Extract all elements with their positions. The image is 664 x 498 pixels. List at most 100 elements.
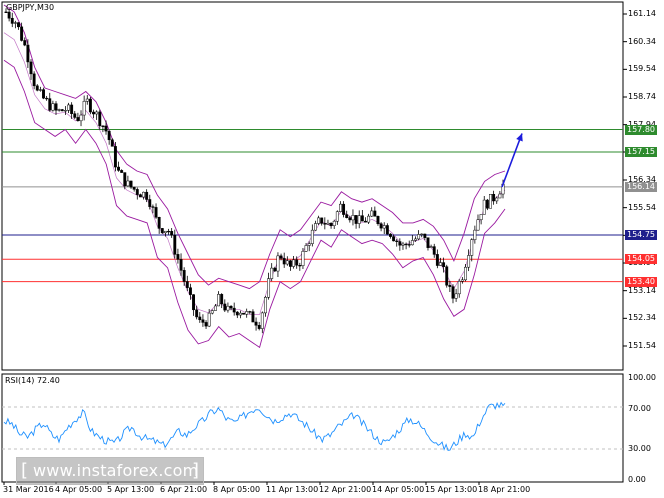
- candle-body: [257, 325, 261, 329]
- candle-body: [220, 294, 224, 305]
- candle-body: [238, 312, 242, 316]
- price-tick-label: 158.74: [628, 92, 656, 101]
- candle-body: [426, 237, 430, 248]
- candle-body: [76, 117, 80, 122]
- candle-body: [276, 255, 280, 272]
- price-tick-label: 160.34: [628, 36, 656, 46]
- candle-body: [95, 111, 99, 115]
- candle-body: [92, 111, 95, 115]
- candle-body: [326, 222, 330, 225]
- candle-body: [298, 265, 302, 267]
- rsi-line: [3, 401, 506, 451]
- candle-body: [204, 322, 208, 327]
- candle-body: [301, 251, 305, 266]
- candle-body: [79, 114, 83, 122]
- price-tick-label: 155.54: [628, 202, 656, 212]
- candle-body: [142, 191, 145, 198]
- candle-body: [57, 109, 61, 111]
- level-tag-154-75: 154.75: [625, 229, 657, 240]
- candle-body: [88, 98, 92, 113]
- candle-body: [485, 199, 489, 209]
- candle-body: [54, 103, 58, 111]
- candle-body: [457, 281, 461, 295]
- candle-body: [38, 89, 42, 91]
- lower-band: [3, 59, 506, 349]
- candle-body: [345, 214, 349, 218]
- candle-body: [48, 98, 52, 111]
- candle-body: [132, 186, 136, 190]
- candle-body: [392, 236, 396, 242]
- rsi-tick-label: 30.00: [628, 444, 651, 454]
- candle-body: [151, 206, 155, 208]
- candles: [4, 8, 505, 334]
- candle-body: [367, 215, 371, 223]
- candle-body: [210, 310, 214, 314]
- candle-body: [135, 189, 139, 195]
- candle-body: [373, 210, 377, 217]
- level-tag-153-40: 153.40: [625, 276, 657, 287]
- candle-body: [489, 193, 492, 209]
- candle-body: [104, 125, 108, 132]
- candle-body: [439, 262, 442, 266]
- candle-body: [382, 225, 386, 229]
- main-panel-frame: [1, 1, 624, 371]
- candle-body: [448, 284, 452, 287]
- candle-body: [154, 207, 158, 218]
- candle-body: [476, 219, 480, 231]
- candle-body: [410, 240, 414, 246]
- candle-body: [317, 217, 321, 224]
- candle-body: [13, 22, 17, 24]
- candle-body: [460, 279, 464, 282]
- candle-body: [167, 230, 170, 233]
- price-chart: [1, 1, 627, 485]
- candle-body: [354, 215, 358, 224]
- candle-body: [339, 203, 342, 212]
- candle-body: [179, 259, 183, 271]
- candle-body: [351, 215, 355, 221]
- candle-body: [282, 258, 286, 265]
- candle-body: [26, 44, 30, 63]
- price-tick-label: 161.14: [628, 9, 656, 18]
- rsi-tick-label: 100.00: [628, 373, 656, 382]
- candle-body: [342, 203, 346, 215]
- candle-body: [414, 238, 417, 241]
- candle-body: [273, 267, 277, 272]
- candle-body: [229, 305, 233, 309]
- candle-body: [442, 262, 446, 267]
- candle-body: [145, 191, 149, 200]
- watermark-text: www.instaforex.com: [33, 461, 199, 480]
- watermark-logo: [ www.instaforex.com ]: [16, 457, 204, 485]
- candle-body: [70, 104, 74, 114]
- candle-body: [120, 170, 124, 173]
- candle-body: [185, 281, 189, 288]
- candle-body: [295, 259, 299, 266]
- candle-body: [389, 233, 392, 237]
- candle-body: [398, 241, 402, 246]
- candle-body: [245, 311, 249, 315]
- candle-body: [17, 22, 20, 28]
- candle-body: [254, 321, 258, 326]
- candle-body: [404, 243, 408, 246]
- candle-body: [435, 254, 439, 266]
- candle-body: [176, 254, 180, 260]
- candle-body: [323, 223, 327, 225]
- candle-body: [407, 244, 411, 246]
- time-tick-label: 4 Apr 05:00: [55, 485, 103, 494]
- candle-body: [98, 111, 102, 127]
- candle-body: [498, 193, 502, 199]
- candle-body: [7, 11, 11, 19]
- candle-body: [73, 113, 77, 118]
- candle-body: [223, 303, 227, 311]
- time-tick-label: 31 Mar 2016: [3, 485, 54, 494]
- candle-body: [35, 85, 39, 91]
- candle-body: [357, 215, 361, 224]
- level-lines: [2, 129, 623, 283]
- candle-body: [360, 215, 364, 222]
- candle-body: [4, 11, 8, 13]
- candle-body: [470, 239, 474, 256]
- candle-body: [270, 267, 274, 279]
- candle-body: [226, 305, 230, 311]
- candle-body: [267, 278, 271, 298]
- candle-body: [82, 101, 86, 116]
- candle-body: [160, 228, 164, 234]
